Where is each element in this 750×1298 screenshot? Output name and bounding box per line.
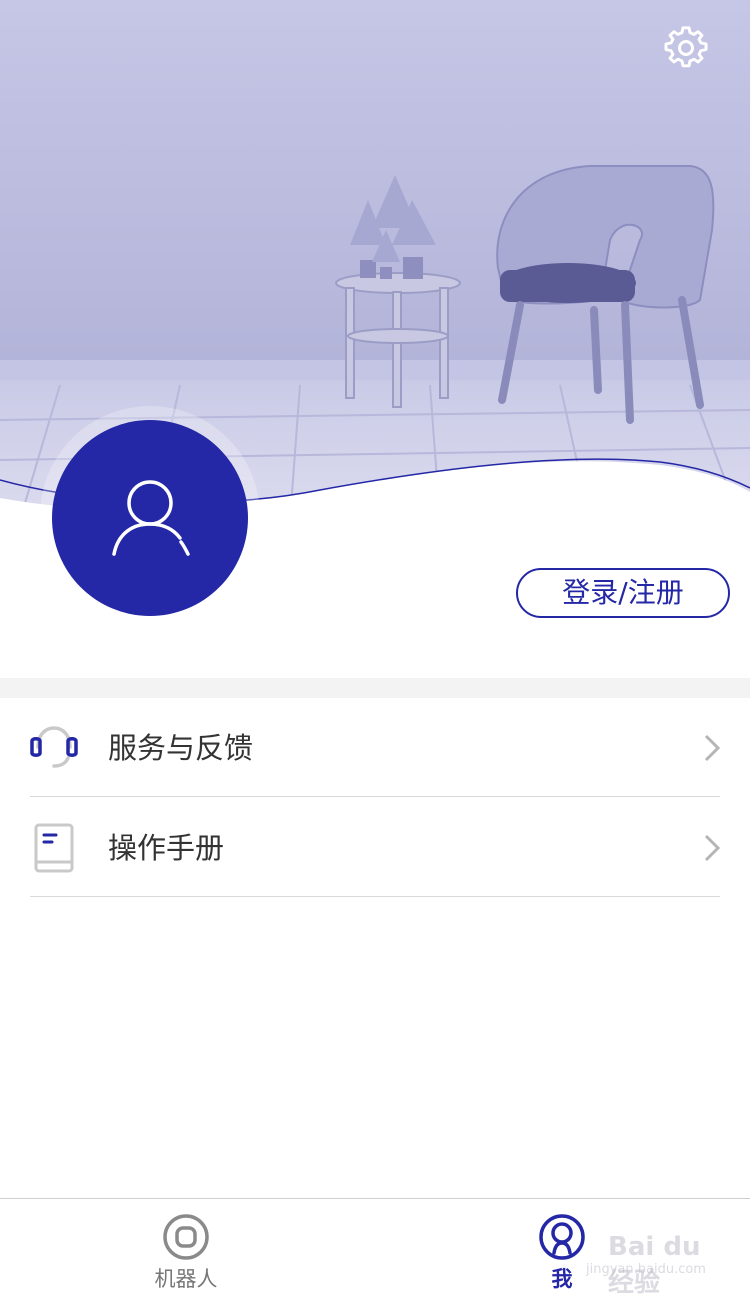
divider bbox=[30, 896, 720, 897]
avatar[interactable] bbox=[52, 420, 248, 616]
menu-item-service-feedback[interactable]: 服务与反馈 bbox=[0, 698, 750, 798]
tab-label: 机器人 bbox=[154, 1267, 218, 1291]
tab-label: 我 bbox=[551, 1267, 573, 1291]
menu-item-label: 操作手册 bbox=[108, 831, 225, 865]
settings-button[interactable] bbox=[664, 26, 708, 70]
chevron-right-icon bbox=[704, 834, 721, 862]
tab-me[interactable]: 我 bbox=[462, 1199, 662, 1298]
menu-item-manual[interactable]: 操作手册 bbox=[0, 798, 750, 898]
tab-robot[interactable]: 机器人 bbox=[86, 1199, 286, 1298]
robot-icon bbox=[163, 1214, 209, 1260]
me-icon bbox=[539, 1214, 585, 1260]
bottom-tab-bar: 机器人 我 bbox=[0, 1198, 750, 1298]
section-separator bbox=[0, 678, 750, 698]
manual-book-icon bbox=[34, 823, 74, 873]
headset-icon bbox=[30, 726, 78, 768]
menu-item-label: 服务与反馈 bbox=[108, 731, 254, 765]
divider bbox=[30, 796, 720, 797]
login-register-button[interactable]: 登录/注册 bbox=[516, 568, 730, 618]
chevron-right-icon bbox=[704, 734, 721, 762]
gear-icon bbox=[664, 26, 708, 68]
user-icon bbox=[112, 480, 190, 556]
